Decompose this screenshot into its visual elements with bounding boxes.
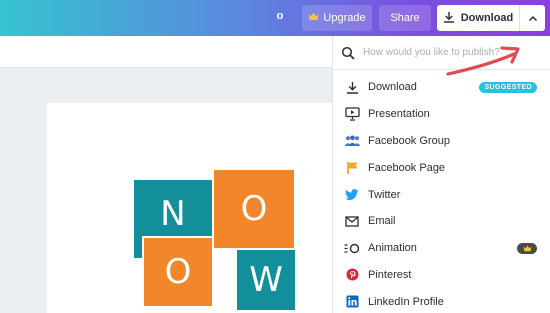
upgrade-label: Upgrade xyxy=(323,12,366,24)
menu-item-animation[interactable]: Animation xyxy=(333,235,550,262)
tile-w[interactable]: W xyxy=(237,250,295,310)
facebook-page-flag-icon xyxy=(343,161,361,175)
search-icon xyxy=(333,46,363,60)
menu-item-pinterest[interactable]: Pinterest xyxy=(333,262,550,289)
facebook-group-icon xyxy=(343,134,361,148)
menu-item-facebook-group[interactable]: Facebook Group xyxy=(333,128,550,155)
share-label: Share xyxy=(390,12,420,24)
download-icon xyxy=(443,11,455,26)
menu-item-linkedin-profile[interactable]: LinkedIn Profile xyxy=(333,288,550,313)
twitter-icon xyxy=(343,188,361,202)
download-main[interactable]: Download xyxy=(437,5,519,31)
linkedin-icon xyxy=(343,295,361,309)
tile-o-top[interactable]: O xyxy=(212,168,296,250)
user-initial[interactable]: o xyxy=(270,10,290,22)
download-icon xyxy=(343,80,361,94)
menu-item-label: Presentation xyxy=(368,108,430,121)
design-page[interactable]: N O O W xyxy=(47,103,337,313)
presentation-icon xyxy=(343,107,361,121)
letter-w: W xyxy=(249,260,283,300)
menu-item-label: Facebook Page xyxy=(368,161,446,174)
download-button[interactable]: Download xyxy=(437,5,545,31)
premium-badge xyxy=(517,242,537,254)
crown-icon xyxy=(523,239,532,257)
publish-dropdown: Download SUGGESTED Presentation Facebook… xyxy=(332,36,550,313)
letter-o-top: O xyxy=(240,189,268,229)
menu-item-twitter[interactable]: Twitter xyxy=(333,181,550,208)
crown-icon xyxy=(308,12,319,24)
chevron-up-icon xyxy=(528,9,538,27)
top-toolbar: o Upgrade Share Download xyxy=(0,0,550,36)
email-icon xyxy=(343,214,361,228)
menu-item-label: LinkedIn Profile xyxy=(368,295,444,308)
menu-item-label: Download xyxy=(368,81,417,94)
suggested-badge: SUGGESTED xyxy=(479,82,537,93)
menu-item-label: Facebook Group xyxy=(368,134,450,147)
download-label: Download xyxy=(460,12,514,24)
pinterest-icon xyxy=(343,268,361,282)
animation-icon xyxy=(343,241,361,255)
menu-item-label: Twitter xyxy=(368,188,401,201)
menu-item-label: Email xyxy=(368,215,396,228)
letter-o-bottom: O xyxy=(164,252,192,292)
publish-search xyxy=(333,36,550,70)
tile-o-bottom[interactable]: O xyxy=(142,236,214,308)
editor-toolbar xyxy=(0,36,332,68)
upgrade-button[interactable]: Upgrade xyxy=(302,5,372,31)
letter-n: N xyxy=(160,194,186,234)
menu-item-email[interactable]: Email xyxy=(333,208,550,235)
menu-item-download[interactable]: Download SUGGESTED xyxy=(333,74,550,101)
menu-item-presentation[interactable]: Presentation xyxy=(333,101,550,128)
share-button[interactable]: Share xyxy=(379,5,431,31)
menu-item-label: Pinterest xyxy=(368,268,412,281)
menu-item-facebook-page[interactable]: Facebook Page xyxy=(333,154,550,181)
publish-options-list: Download SUGGESTED Presentation Facebook… xyxy=(333,74,550,313)
collapse-menu-button[interactable] xyxy=(519,5,545,31)
menu-item-label: Animation xyxy=(368,242,417,255)
publish-search-input[interactable] xyxy=(363,47,533,58)
